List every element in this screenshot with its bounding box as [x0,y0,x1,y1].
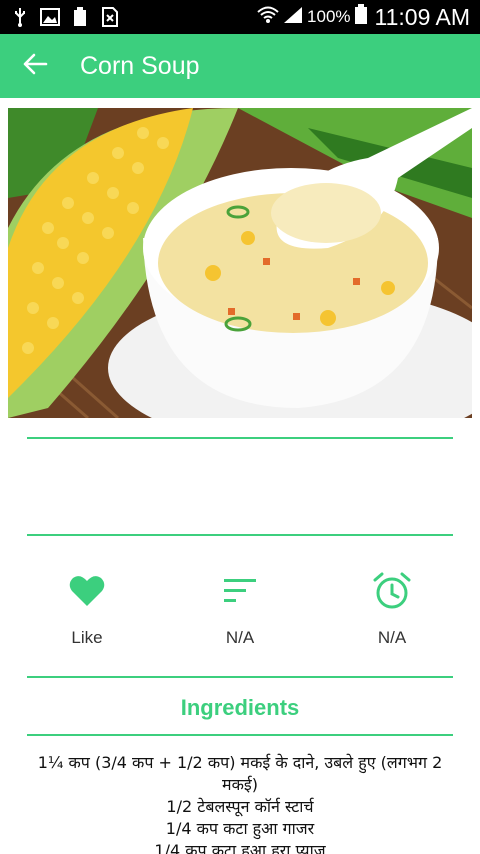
arrow-left-icon [22,51,48,81]
ingredients-list: 1¼ कप (3/4 कप + 1/2 कप) मकई के दाने, उबल… [20,752,460,854]
alarm-label: N/A [377,628,407,647]
back-button[interactable] [0,34,70,98]
list-item: 1/2 टेबलस्पून कॉर्न स्टार्च [166,797,314,816]
status-bar: 100% 11:09 AM [0,0,480,34]
ingredients-title: Ingredients [180,695,300,720]
list-item: 1/4 कप कटा हुआ गाजर [165,819,315,838]
list-item: 1¼ कप (3/4 कप + 1/2 कप) मकई के दाने, उबल… [37,753,443,794]
battery-small-icon [70,7,90,27]
sort-button[interactable]: N/A [185,570,295,648]
battery-percent: 100% [307,7,351,26]
divider-top [27,437,453,439]
like-label: Like [71,628,103,647]
recipe-image [8,108,472,418]
divider-ingredients [27,734,453,736]
sort-label: N/A [225,628,255,647]
no-sim-icon [100,7,120,27]
divider-middle [27,534,453,536]
app-bar: Corn Soup [0,34,480,98]
heart-icon [69,575,105,611]
alarm-clock-icon [372,571,412,615]
clock-time: 11:09 AM [374,3,470,30]
image-icon [40,7,60,27]
alarm-button[interactable]: N/A [337,570,447,648]
divider-actions [27,676,453,678]
like-button[interactable]: Like [32,570,142,648]
wifi-icon [257,4,279,30]
list-item: 1/4 कप कटा हुआ हरा प्याज [154,841,326,854]
page-title: Corn Soup [80,51,200,80]
battery-icon [354,4,367,30]
sort-lines-icon [222,577,258,609]
usb-icon [10,7,30,27]
actions-row: Like N/A N/A [0,570,480,660]
signal-icon [283,4,303,30]
